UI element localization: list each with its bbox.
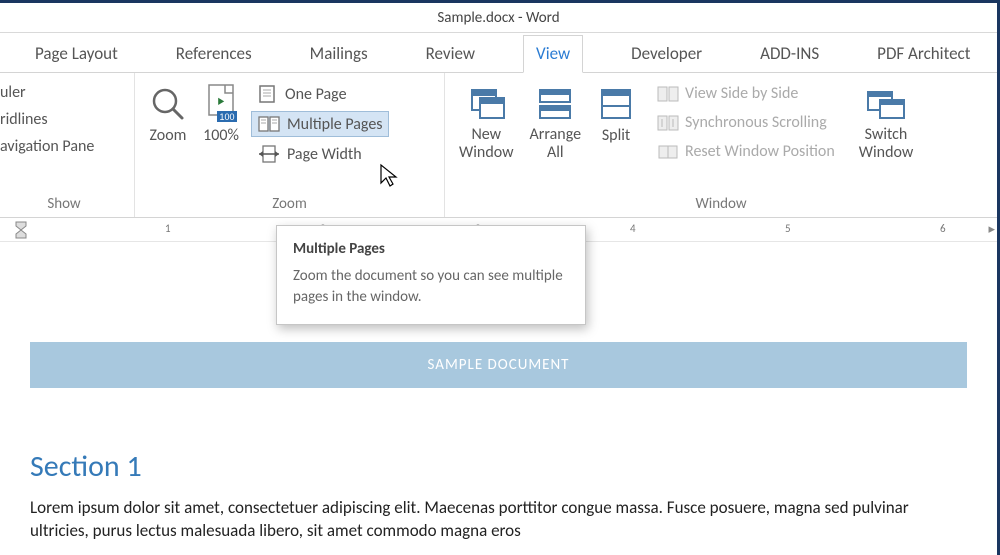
split-icon [597,81,635,126]
indent-marker-icon[interactable] [14,218,28,240]
tooltip-title: Multiple Pages [293,240,569,258]
title-bar: Sample.docx - Word [0,3,997,33]
ruler-num: 5 [785,222,791,235]
tab-page-layout[interactable]: Page Layout [25,35,128,72]
checkbox-gridlines[interactable]: ridlines [0,108,128,131]
svg-text:100: 100 [219,112,234,122]
group-window: NewWindow ArrangeAll Split [445,73,997,217]
page-100-icon: 100 [203,81,239,126]
group-zoom: Zoom 100 100% One Page [135,73,445,217]
tab-developer[interactable]: Developer [621,35,712,72]
new-window-icon [466,81,506,126]
zoom-100-button[interactable]: 100 100% [195,77,247,149]
multiple-pages-icon [257,114,281,134]
side-by-side-icon [657,85,679,103]
tooltip-body: Zoom the document so you can see multipl… [293,266,569,308]
group-zoom-label: Zoom [141,193,438,215]
arrange-all-button[interactable]: ArrangeAll [522,77,590,165]
group-show-label: Show [0,193,128,215]
ribbon-tabs: Page Layout References Mailings Review V… [0,33,997,73]
tab-review[interactable]: Review [416,35,485,72]
document-banner: SAMPLE DOCUMENT [30,342,967,388]
reset-window-position-button[interactable]: Reset Window Position [651,139,841,164]
zoom-button[interactable]: Zoom [141,77,195,149]
new-window-button[interactable]: NewWindow [451,77,522,165]
ruler-num: 1 [165,222,171,235]
window-title: Sample.docx - Word [437,9,559,27]
page-width-button[interactable]: Page Width [251,141,389,167]
split-button[interactable]: Split [589,77,643,149]
switch-windows-button[interactable]: SwitchWindow [851,77,922,165]
view-side-by-side-button[interactable]: View Side by Side [651,81,841,106]
arrange-all-icon [536,81,574,126]
tab-references[interactable]: References [166,35,262,72]
reset-position-icon [657,143,679,161]
ruler-num: 6 [940,222,946,235]
switch-windows-icon [864,81,908,126]
one-page-button[interactable]: One Page [251,81,389,107]
tab-view[interactable]: View [523,35,583,73]
page-width-icon [257,144,281,164]
multiple-pages-button[interactable]: Multiple Pages [251,111,389,137]
magnifier-icon [149,81,187,126]
one-page-icon [257,84,279,104]
group-window-label: Window [451,193,991,215]
checkbox-ruler[interactable]: uler [0,81,128,104]
document-heading[interactable]: Section 1 [30,448,967,485]
tab-pdf-architect[interactable]: PDF Architect [867,35,980,72]
ruler-num: 4 [630,222,636,235]
app-window: Sample.docx - Word Page Layout Reference… [0,0,1000,555]
tab-mailings[interactable]: Mailings [300,35,378,72]
ruler-scroll-right-icon[interactable]: ▸ [988,222,995,237]
checkbox-navigation-pane[interactable]: avigation Pane [0,135,128,158]
group-show: uler ridlines avigation Pane Show [0,73,135,217]
synchronous-scrolling-button[interactable]: Synchronous Scrolling [651,110,841,135]
document-paragraph[interactable]: Lorem ipsum dolor sit amet, consectetuer… [30,497,967,543]
tooltip: Multiple Pages Zoom the document so you … [276,225,586,325]
sync-scroll-icon [657,114,679,132]
tab-addins[interactable]: ADD-INS [750,35,829,72]
ribbon: uler ridlines avigation Pane Show Zoom 1 [0,73,997,218]
